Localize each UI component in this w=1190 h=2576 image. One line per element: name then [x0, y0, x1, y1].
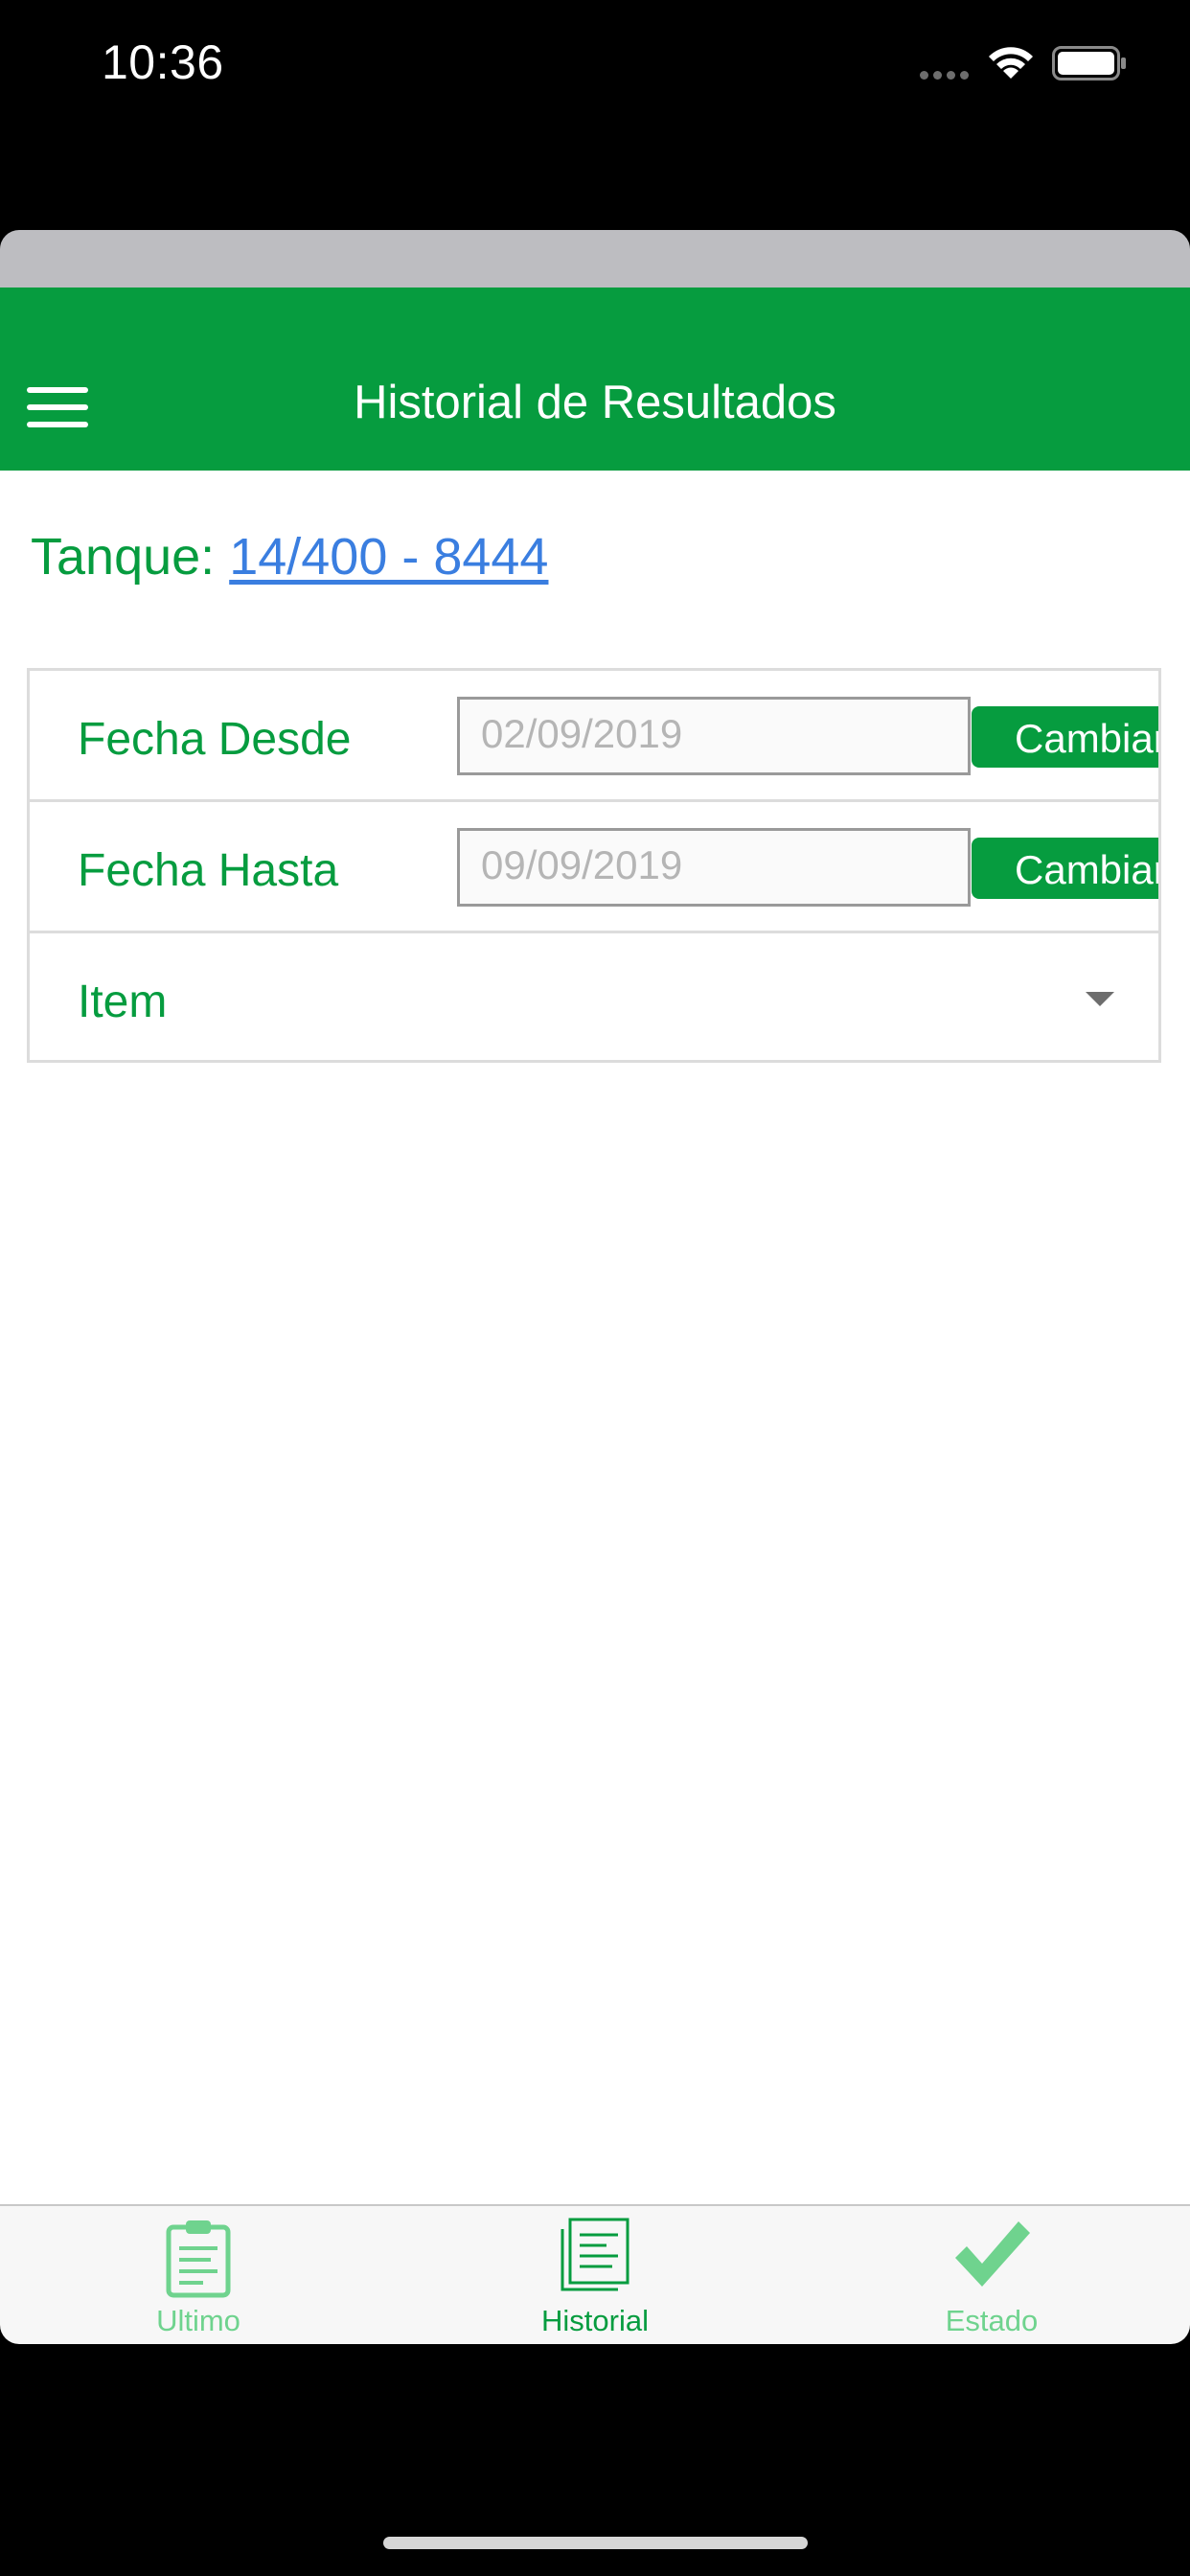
sheet-top-edge: [0, 230, 1190, 288]
date-to-row: Fecha Hasta 09/09/2019 Cambiar: [30, 802, 1158, 933]
filter-form: Fecha Desde 02/09/2019 Cambiar Fecha Has…: [27, 668, 1161, 1063]
wifi-icon: [989, 47, 1033, 79]
item-select[interactable]: Item: [30, 933, 1158, 1060]
battery-icon: [1052, 46, 1126, 80]
date-to-change-button[interactable]: Cambiar: [972, 838, 1158, 899]
tab-estado[interactable]: Estado: [793, 2204, 1190, 2344]
date-from-change-button[interactable]: Cambiar: [972, 706, 1158, 768]
cellular-signal-icon: [918, 0, 975, 96]
document-list-icon: [561, 2218, 629, 2291]
tab-ultimo[interactable]: Ultimo: [0, 2204, 397, 2344]
date-to-label: Fecha Hasta: [78, 845, 339, 896]
tank-label: Tanque:: [31, 528, 216, 586]
date-from-input[interactable]: 02/09/2019: [457, 697, 971, 775]
dropdown-caret-icon: [1086, 992, 1114, 1006]
tab-historial-label: Historial: [541, 2304, 649, 2337]
date-from-label: Fecha Desde: [78, 714, 352, 765]
tank-link[interactable]: 14/400 - 8444: [229, 528, 548, 586]
tab-historial[interactable]: Historial: [397, 2204, 793, 2344]
home-indicator: [383, 2537, 808, 2549]
date-from-row: Fecha Desde 02/09/2019 Cambiar: [30, 671, 1158, 802]
tab-estado-label: Estado: [945, 2304, 1039, 2337]
page-title: Historial de Resultados: [354, 377, 836, 428]
clipboard-icon: [166, 2220, 231, 2298]
status-time: 10:36: [102, 35, 224, 89]
tab-ultimo-label: Ultimo: [156, 2304, 240, 2337]
item-label: Item: [78, 977, 168, 1027]
date-to-input[interactable]: 09/09/2019: [457, 828, 971, 907]
tank-line: Tanque: 14/400 - 8444: [31, 527, 548, 586]
checkmark-icon: [955, 2221, 1030, 2287]
